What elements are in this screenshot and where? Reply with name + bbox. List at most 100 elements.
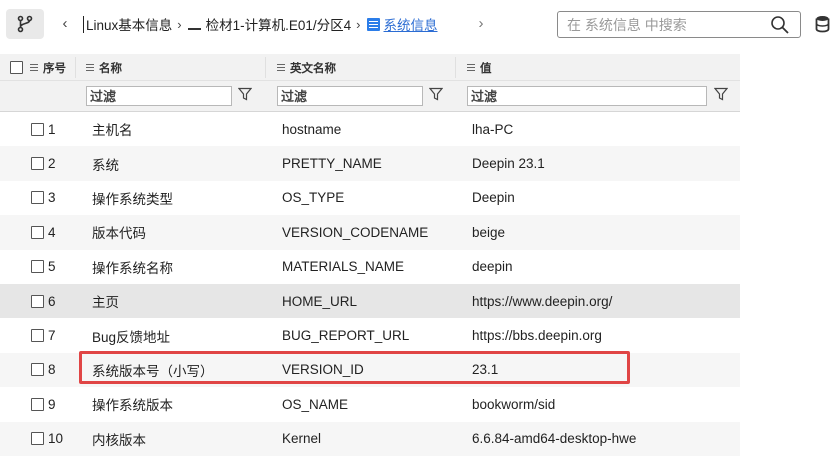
row-english-name: OS_NAME [282, 396, 349, 412]
filter-icon[interactable] [429, 87, 443, 101]
table-row[interactable]: 1 主机名 hostname lha-PC [0, 112, 740, 146]
chevron-right-icon: › [478, 14, 484, 32]
table-row[interactable]: 2 系统 PRETTY_NAME Deepin 23.1 [0, 146, 740, 181]
search-input[interactable] [567, 15, 757, 34]
breadcrumb-item[interactable]: Linux基本信息 [86, 14, 172, 34]
breadcrumb: Linux基本信息 › 检材1-计算机.E01/分区4 › 系统信息 [83, 14, 438, 34]
row-value: Deepin [472, 190, 515, 206]
row-value: Deepin 23.1 [472, 156, 545, 172]
row-english-name: OS_TYPE [282, 190, 345, 206]
filter-input-english-name[interactable] [281, 88, 395, 104]
row-checkbox[interactable] [31, 363, 44, 377]
row-index-cell: 9 [31, 387, 56, 421]
row-checkbox[interactable] [31, 294, 44, 308]
row-index-cell: 5 [31, 250, 56, 284]
row-index-cell: 2 [31, 146, 56, 180]
row-index: 6 [48, 293, 56, 309]
row-name: 内核版本 [92, 432, 146, 448]
row-checkbox[interactable] [31, 432, 44, 446]
search-icon[interactable] [770, 15, 790, 35]
column-menu-icon[interactable] [277, 64, 285, 71]
table-row[interactable]: 4 版本代码 VERSION_CODENAME beige [0, 215, 740, 250]
row-index-cell: 10 [31, 422, 63, 456]
list-icon [366, 17, 380, 31]
row-value: https://bbs.deepin.org [472, 328, 602, 344]
row-index-cell: 4 [31, 215, 56, 249]
breadcrumb-separator-icon: › [356, 16, 361, 32]
filter-icon[interactable] [714, 87, 728, 101]
grid-header: 序号 名称 英文名称 值 [0, 54, 740, 81]
row-checkbox[interactable] [31, 122, 44, 136]
row-index-cell: 6 [31, 284, 56, 318]
row-index: 7 [48, 328, 56, 344]
row-checkbox[interactable] [31, 225, 44, 239]
row-value: 6.6.84-amd64-desktop-hwe [472, 431, 637, 447]
row-english-name: Kernel [282, 431, 322, 447]
row-name: Bug反馈地址 [92, 329, 171, 345]
select-all-checkbox[interactable] [10, 61, 23, 74]
row-checkbox[interactable] [31, 157, 44, 171]
row-english-name: VERSION_CODENAME [282, 224, 429, 240]
column-header-name[interactable]: 名称 [86, 54, 122, 81]
row-name: 操作系统类型 [92, 191, 173, 207]
back-button[interactable]: ‹ [58, 13, 72, 33]
row-checkbox[interactable] [31, 329, 44, 343]
breadcrumb-item[interactable]: 检材1-计算机.E01/分区4 [206, 14, 352, 34]
column-menu-icon[interactable] [30, 64, 38, 71]
row-index-cell: 1 [31, 112, 56, 146]
row-name: 操作系统版本 [92, 398, 173, 414]
row-value: lha-PC [472, 121, 514, 137]
row-name: 系统 [92, 157, 119, 173]
row-index: 10 [48, 431, 64, 447]
breadcrumb-item-current[interactable]: 系统信息 [384, 14, 438, 34]
folder-icon [187, 18, 201, 30]
column-header-label: 序号 [43, 62, 66, 75]
database-icon[interactable] [815, 15, 830, 33]
filter-icon[interactable] [238, 87, 252, 101]
column-menu-icon[interactable] [86, 64, 94, 71]
row-index-cell: 7 [31, 318, 56, 352]
chevron-left-icon: ‹ [62, 14, 68, 32]
filter-value [467, 86, 707, 106]
table-row[interactable]: 8 系统版本号（小写） VERSION_ID 23.1 [0, 352, 740, 388]
row-index: 5 [48, 259, 56, 275]
row-english-name: HOME_URL [282, 293, 358, 309]
row-name: 版本代码 [92, 226, 146, 242]
column-menu-icon[interactable] [467, 64, 475, 71]
row-name: 系统版本号（小写） [92, 363, 214, 379]
table-row[interactable]: 10 内核版本 Kernel 6.6.84-amd64-desktop-hwe [0, 421, 740, 456]
column-header-label: 名称 [99, 62, 122, 75]
filter-name [86, 86, 232, 106]
row-english-name: VERSION_ID [282, 362, 364, 378]
branch-icon-button[interactable] [6, 9, 44, 39]
row-english-name: hostname [282, 121, 342, 137]
table-row[interactable]: 5 操作系统名称 MATERIALS_NAME deepin [0, 250, 740, 284]
filter-input-name[interactable] [90, 88, 204, 104]
row-english-name: MATERIALS_NAME [282, 259, 405, 275]
row-value: 23.1 [472, 362, 499, 378]
row-value: bookworm/sid [472, 396, 556, 412]
row-name: 主页 [92, 295, 119, 311]
table-row[interactable]: 3 操作系统类型 OS_TYPE Deepin [0, 181, 740, 215]
filter-input-value[interactable] [471, 88, 679, 104]
table-row[interactable]: 9 操作系统版本 OS_NAME bookworm/sid [0, 387, 740, 421]
column-header-label: 英文名称 [290, 62, 336, 75]
breadcrumb-separator-icon: › [177, 16, 182, 32]
row-checkbox[interactable] [31, 397, 44, 411]
row-checkbox[interactable] [31, 260, 44, 274]
text-cursor [83, 15, 84, 33]
table-row[interactable]: 7 Bug反馈地址 BUG_REPORT_URL https://bbs.deepin… [0, 318, 740, 352]
column-header-value[interactable]: 值 [467, 54, 492, 81]
forward-button[interactable]: › [474, 13, 488, 33]
table-row[interactable]: 6 主页 HOME_URL https://www.deepin.org/ [0, 284, 740, 319]
row-name: 操作系统名称 [92, 260, 173, 276]
row-checkbox[interactable] [31, 191, 44, 205]
column-header-label: 值 [480, 62, 492, 75]
filter-english-name [277, 86, 423, 106]
row-index: 1 [48, 121, 56, 137]
column-header-index[interactable]: 序号 [30, 54, 66, 81]
column-header-english-name[interactable]: 英文名称 [277, 54, 336, 81]
row-value: https://www.deepin.org/ [472, 293, 613, 309]
row-name: 主机名 [92, 123, 133, 139]
row-index: 4 [48, 224, 56, 240]
